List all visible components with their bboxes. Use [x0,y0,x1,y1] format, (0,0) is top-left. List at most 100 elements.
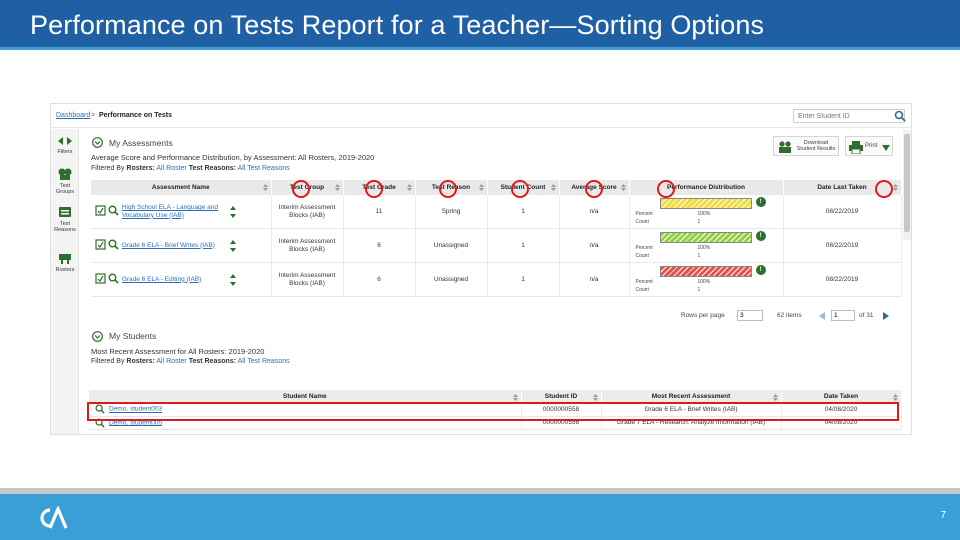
perf-wrap: ! Percent Count 100% 1 [630,229,783,262]
filter-reasons-value[interactable]: All Test Reasons [238,358,290,365]
test-reason-cell: Spring [415,195,488,229]
col-label: Student Name [282,393,327,400]
assessment-name-link[interactable]: Grade 6 ELA - Editing (IAB) [122,276,226,284]
col-assessment-name[interactable]: Assessment Name [91,180,272,195]
filter-rosters-value[interactable]: All Roster [156,358,186,365]
assessments-header-row: Assessment Name Test Group Test Grade Te… [91,180,902,195]
student-results-icon[interactable] [95,239,106,250]
student-count-cell: 1 [487,195,560,229]
sort-icon[interactable] [620,184,626,191]
assessment-row[interactable]: Grade 6 ELA - Editing (IAB) Interim Asses… [91,262,902,297]
col-performance-distribution: Performance Distribution [629,180,784,195]
date-last-taken-cell: 08/22/2019 [783,262,902,297]
scrollbar-thumb[interactable] [904,134,910,232]
page-input[interactable] [831,310,855,321]
magnifier-icon[interactable] [108,239,119,250]
collapse-icon[interactable] [92,137,103,148]
sort-icon[interactable] [512,394,518,401]
chevron-down-icon [882,145,890,151]
row-icons [95,273,119,286]
next-page-icon[interactable] [881,311,891,321]
sort-icon[interactable] [406,184,412,191]
breadcrumb-dashboard[interactable]: Dashboard [56,112,90,119]
assessment-name-link[interactable]: Grade 6 ELA - Brief Writes (IAB) [122,242,226,250]
student-row-highlight [87,402,899,421]
sort-icon[interactable] [892,184,898,191]
info-icon[interactable]: ! [755,265,766,275]
assessments-table: Assessment Name Test Group Test Grade Te… [91,180,902,297]
rows-per-page-input[interactable] [737,310,763,321]
count-label: Count [635,219,649,225]
assessment-name-cell: Grade 6 ELA - Brief Writes (IAB) [91,228,272,263]
download-student-results-button[interactable]: Download Student Results [773,136,839,156]
sort-icon[interactable] [892,394,898,401]
sort-highlight-circle [439,180,457,198]
magnifier-icon[interactable] [108,273,119,284]
sort-icon[interactable] [262,184,268,191]
info-icon[interactable]: ! [755,231,766,241]
top-bar: Dashboard > Performance on Tests [51,104,911,128]
average-score-cell: n/a [559,195,630,229]
performance-bar[interactable] [659,232,752,243]
info-icon[interactable]: ! [755,197,766,207]
filter-reasons-value[interactable]: All Test Reasons [238,165,290,172]
sort-icon[interactable] [334,184,340,191]
assessment-row[interactable]: Grade 6 ELA - Brief Writes (IAB) Interim … [91,228,902,263]
student-id-input[interactable] [793,109,905,123]
assessment-row[interactable]: High School ELA - Language and Vocabular… [91,195,902,229]
sort-icon[interactable] [592,394,598,401]
filter-prefix: Filtered By [91,358,125,365]
sort-highlight-circle [365,180,383,198]
collapse-icon[interactable] [92,331,103,342]
student-results-icon[interactable] [95,205,106,216]
filter-rosters-value[interactable]: All Roster [156,165,186,172]
performance-distribution-cell: ! Percent Count 100% 1 [629,195,784,229]
test-reason-cell: Unassigned [415,262,488,297]
magnifier-icon[interactable] [108,205,119,216]
filter-arrows-icon [58,137,72,145]
rail-item-test-reasons[interactable]: Test Reasons [51,205,79,233]
perf-wrap: ! Percent Count 100% 1 [630,195,783,228]
assessments-subtitle: Average Score and Performance Distributi… [91,153,375,162]
sort-arrows-icon[interactable] [229,273,236,287]
rail-item-rosters[interactable]: Rosters [51,251,79,273]
assessments-section-title: My Assessments [109,138,173,148]
rail-label: Test Groups [55,183,75,195]
student-count-cell: 1 [487,228,560,263]
col-label: Student ID [544,393,578,400]
sort-icon[interactable] [772,394,778,401]
search-icon[interactable] [891,109,909,123]
printer-icon [849,141,863,154]
print-button[interactable]: Print [845,136,893,156]
california-logo [40,506,68,529]
sort-arrows-icon[interactable] [229,239,236,253]
rail-item-filters[interactable]: Filters [51,135,79,155]
sort-icon[interactable] [478,184,484,191]
performance-bar[interactable] [659,266,752,277]
col-label: Assessment Name [151,184,210,191]
test-group-cell: Interim Assessment Blocks (IAB) [271,228,344,263]
col-label: Performance Distribution [666,184,745,191]
people-download-icon [779,141,791,153]
average-score-cell: n/a [559,228,630,263]
percent-value: 100% [697,245,711,251]
print-label: Print [865,143,878,149]
performance-bar[interactable] [659,198,752,209]
rail-item-test-groups[interactable]: Test Groups [51,167,79,195]
left-rail: Filters Test Groups Test Reasons Rosters [51,129,79,434]
student-results-icon[interactable] [95,273,106,284]
students-filter-line: Filtered By Rosters: All Roster Test Rea… [91,358,290,365]
rail-label: Test Reasons [54,221,76,233]
assessment-name-cell: Grade 6 ELA - Editing (IAB) [91,262,272,297]
sort-icon[interactable] [550,184,556,191]
assessment-name-link[interactable]: High School ELA - Language and Vocabular… [122,204,226,219]
test-grade-cell: 6 [343,228,416,263]
pagination: Rows per page 62 items of 31 [681,310,911,322]
prev-page-icon[interactable] [817,311,827,321]
percent-value: 100% [697,211,711,217]
percent-label: Percent [635,279,653,285]
sort-arrows-icon[interactable] [229,205,236,219]
test-grade-cell: 6 [343,262,416,297]
percent-label: Percent [635,245,653,251]
performance-distribution-cell: ! Percent Count 100% 1 [629,228,784,263]
